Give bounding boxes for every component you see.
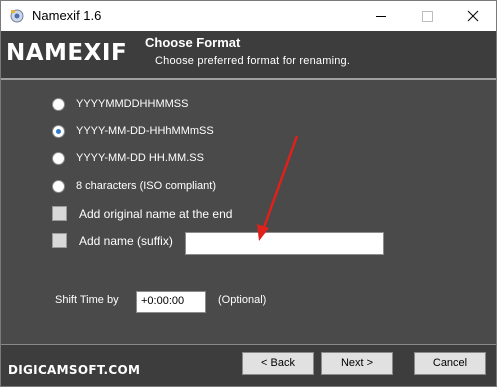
format-radio-2[interactable]	[52, 125, 65, 138]
add-suffix-label: Add name (suffix)	[79, 234, 173, 248]
format-label-1: YYYYMMDDHHMMSS	[76, 98, 189, 110]
format-radio-1[interactable]	[52, 98, 65, 111]
footer-bar: DIGICAMSOFT.COM < Back Next > Cancel	[1, 344, 496, 386]
back-button[interactable]: < Back	[242, 352, 314, 375]
format-panel: YYYYMMDDHHMMSS YYYY-MM-DD-HHhMMmSS YYYY-…	[1, 80, 496, 344]
maximize-button[interactable]	[404, 1, 450, 31]
format-radio-4[interactable]	[52, 180, 65, 193]
title-bar[interactable]: Namexif 1.6	[1, 1, 496, 31]
format-label-4: 8 characters (ISO compliant)	[76, 180, 216, 192]
namexif-window: Namexif 1.6 NAMEXIF Choose Format Choose…	[0, 0, 497, 387]
cancel-button[interactable]: Cancel	[414, 352, 486, 375]
add-suffix-checkbox[interactable]	[52, 233, 67, 248]
app-icon	[10, 9, 24, 23]
minimize-button[interactable]	[358, 1, 404, 31]
next-button[interactable]: Next >	[321, 352, 393, 375]
brand-label: DIGICAMSOFT.COM	[8, 363, 141, 377]
header-banner: NAMEXIF Choose Format Choose preferred f…	[1, 31, 496, 78]
add-original-checkbox[interactable]	[52, 206, 67, 221]
optional-label: (Optional)	[218, 294, 267, 306]
namexif-logo: NAMEXIF	[6, 40, 128, 66]
close-button[interactable]	[450, 1, 496, 31]
shift-time-input[interactable]: +0:00:00	[136, 291, 206, 313]
format-label-3: YYYY-MM-DD HH.MM.SS	[76, 152, 204, 164]
shift-time-label: Shift Time by	[55, 294, 119, 306]
page-subtitle: Choose preferred format for renaming.	[155, 55, 351, 67]
close-icon	[467, 10, 479, 22]
format-radio-3[interactable]	[52, 152, 65, 165]
page-title: Choose Format	[145, 35, 241, 50]
add-original-label: Add original name at the end	[79, 207, 233, 221]
window-title: Namexif 1.6	[32, 8, 102, 23]
format-label-2: YYYY-MM-DD-HHhMMmSS	[76, 125, 214, 137]
suffix-input[interactable]	[185, 232, 384, 255]
